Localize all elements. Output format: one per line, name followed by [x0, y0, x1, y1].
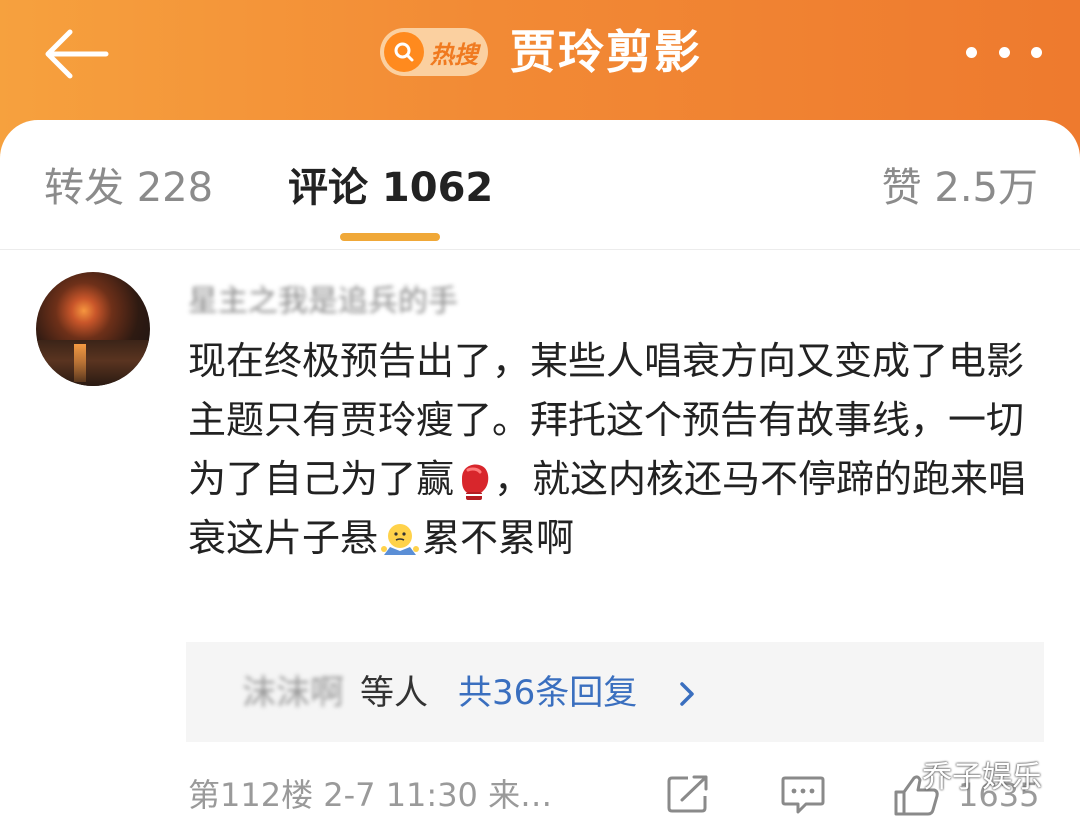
comment-text-part-3: 累不累啊	[422, 516, 575, 560]
hot-search-label: 热搜	[430, 40, 478, 69]
avatar[interactable]	[36, 272, 150, 386]
reply-usernames: 沫沫啊	[242, 673, 344, 713]
chevron-right-icon	[680, 682, 694, 706]
tab-likes[interactable]: 赞 2.5万	[882, 162, 1038, 214]
comment-username[interactable]: 星主之我是追兵的手	[188, 282, 458, 322]
boxing-glove-emoji	[462, 464, 489, 500]
search-icon	[384, 32, 424, 72]
reply-suffix: 等人	[360, 673, 428, 713]
share-icon[interactable]	[666, 774, 710, 814]
back-arrow-icon[interactable]	[40, 26, 112, 82]
active-tab-indicator	[340, 233, 440, 241]
tab-divider	[0, 249, 1080, 250]
comment-text: 现在终极预告出了，某些人唱衰方向又变成了电影主题只有贾玲瘦了。拜托这个预告有故事…	[188, 332, 1050, 568]
floor-and-time: 第112楼 2-7 11:30 来…	[188, 776, 553, 814]
tab-comments[interactable]: 评论 1062	[288, 162, 493, 214]
comment-icon[interactable]	[780, 774, 826, 816]
more-dots-icon[interactable]	[966, 36, 1042, 68]
shrug-emoji	[381, 523, 420, 555]
page-title: 贾玲剪影	[510, 25, 702, 79]
hot-search-badge[interactable]: 热搜	[380, 28, 488, 76]
watermark: 乔子娱乐	[922, 760, 1042, 795]
tab-repost[interactable]: 转发 228	[44, 162, 213, 214]
reply-count-link[interactable]: 共36条回复	[458, 668, 637, 718]
